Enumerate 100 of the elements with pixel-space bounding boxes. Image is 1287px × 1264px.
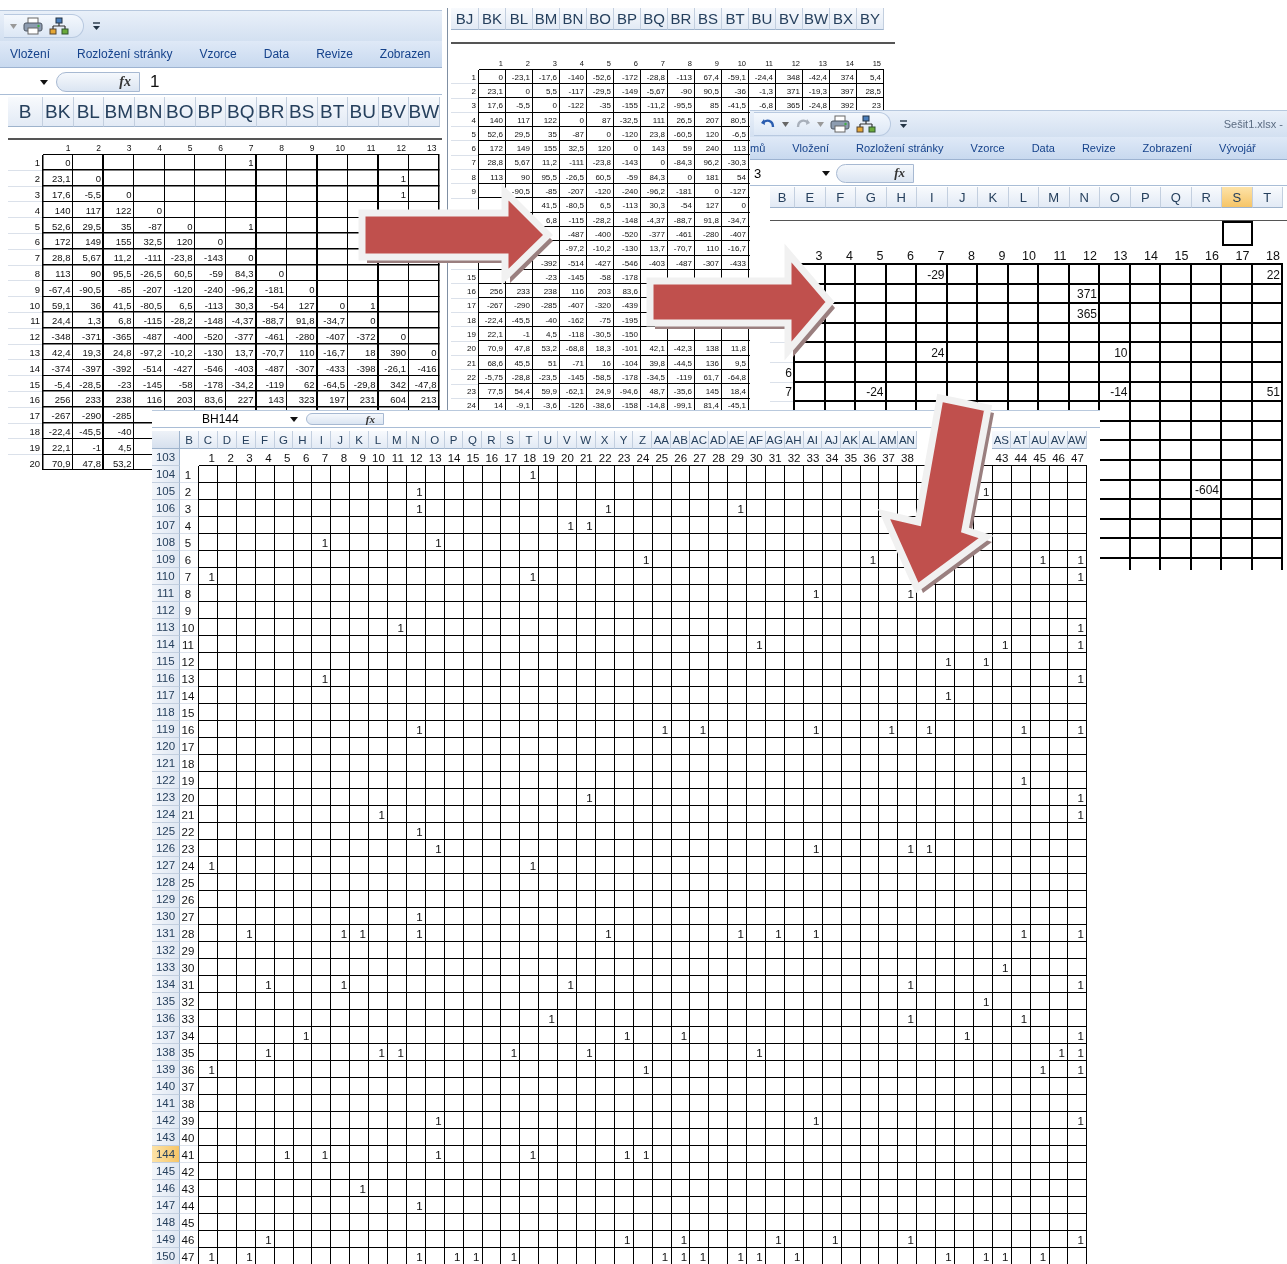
row-header[interactable]: 126 xyxy=(152,840,180,857)
column-header[interactable]: BO xyxy=(587,8,614,30)
row-header[interactable]: 120 xyxy=(152,738,180,755)
row-header[interactable]: 145 xyxy=(152,1163,180,1180)
column-header[interactable]: BL xyxy=(73,97,104,127)
ribbon-tab[interactable]: Vývojář xyxy=(1219,142,1256,154)
column-header[interactable]: AL xyxy=(860,431,880,449)
column-header[interactable]: B xyxy=(770,187,795,208)
row-header[interactable]: 138 xyxy=(152,1044,180,1061)
column-header[interactable]: U xyxy=(539,431,558,449)
column-header[interactable]: L xyxy=(369,431,388,449)
row-header[interactable]: 123 xyxy=(152,789,180,806)
row-header[interactable]: 131 xyxy=(152,925,180,942)
row-header[interactable]: 147 xyxy=(152,1197,180,1214)
row-header[interactable]: 141 xyxy=(152,1095,180,1112)
column-header[interactable]: BW xyxy=(803,8,830,30)
column-header[interactable]: H xyxy=(293,431,313,449)
column-header[interactable]: M xyxy=(1039,187,1070,208)
formula-field[interactable]: 1 xyxy=(150,72,160,92)
column-header[interactable]: AK xyxy=(841,431,861,449)
column-header[interactable]: C xyxy=(199,431,218,449)
column-header[interactable]: BL xyxy=(506,8,533,30)
column-header[interactable]: BR xyxy=(256,97,287,127)
row-header[interactable]: 150 xyxy=(152,1248,180,1264)
column-header[interactable]: AA xyxy=(652,431,672,449)
column-header[interactable]: BQ xyxy=(641,8,668,30)
row-header[interactable]: 136 xyxy=(152,1010,180,1027)
active-cell[interactable] xyxy=(1222,221,1253,246)
ribbon-tab[interactable]: Revize xyxy=(316,47,353,61)
column-header[interactable]: B xyxy=(180,431,199,449)
column-header[interactable]: AU xyxy=(1030,431,1050,449)
ribbon-tab[interactable]: Data xyxy=(263,47,290,61)
column-header[interactable]: BJ xyxy=(451,8,479,30)
row-header[interactable]: 119 xyxy=(152,721,180,738)
column-header[interactable]: BY xyxy=(857,8,884,30)
ribbon-tab[interactable]: Rozložení stránky xyxy=(77,47,173,61)
column-header[interactable]: R xyxy=(1191,187,1222,208)
network-icon[interactable] xyxy=(856,115,876,133)
row-header[interactable]: 116 xyxy=(152,670,180,687)
column-header[interactable]: BT xyxy=(317,97,348,127)
column-header[interactable]: BN xyxy=(560,8,587,30)
insert-function-button[interactable]: fx xyxy=(836,164,914,183)
ribbon-tab[interactable]: Vzorce xyxy=(199,47,237,61)
row-header[interactable]: 105 xyxy=(152,483,180,500)
column-header[interactable]: BQ xyxy=(226,97,257,127)
column-header[interactable]: AM xyxy=(879,431,898,449)
network-icon[interactable] xyxy=(49,17,69,35)
ribbon-tab[interactable]: Data xyxy=(1031,142,1055,154)
ribbon-tab[interactable]: Vzorce xyxy=(970,142,1005,154)
row-header[interactable]: 115 xyxy=(152,653,180,670)
row-header[interactable]: 134 xyxy=(152,976,180,993)
column-header[interactable]: E xyxy=(795,187,826,208)
row-header[interactable]: 139 xyxy=(152,1061,180,1078)
column-header[interactable]: R xyxy=(482,431,502,449)
column-header[interactable]: BK xyxy=(43,97,74,127)
insert-function-button[interactable]: fx xyxy=(56,72,140,92)
column-header[interactable]: T xyxy=(1252,187,1283,208)
caret-icon[interactable] xyxy=(40,79,48,85)
column-header[interactable]: BV xyxy=(776,8,803,30)
column-header[interactable]: N xyxy=(1069,187,1100,208)
row-header[interactable]: 129 xyxy=(152,891,180,908)
row-header[interactable]: 133 xyxy=(152,959,180,976)
column-header[interactable]: K xyxy=(350,431,369,449)
row-header[interactable]: 130 xyxy=(152,908,180,925)
column-header[interactable]: S xyxy=(501,431,521,449)
ribbon-tab[interactable]: Vložení xyxy=(10,47,51,61)
ribbon-tab[interactable]: Rozložení stránky xyxy=(856,142,944,154)
ribbon-tab[interactable]: Vložení xyxy=(792,142,829,154)
row-header[interactable]: 125 xyxy=(152,823,180,840)
row-header[interactable]: 142 xyxy=(152,1112,180,1129)
column-header[interactable]: BO xyxy=(165,97,196,127)
column-header[interactable]: L xyxy=(1008,187,1039,208)
column-header[interactable]: S xyxy=(1222,187,1253,208)
column-header[interactable]: BV xyxy=(378,97,409,127)
column-header[interactable]: AJ xyxy=(822,431,842,449)
insert-function-button[interactable]: fx xyxy=(306,412,384,426)
customize-toolbar-icon[interactable] xyxy=(92,21,101,31)
row-header[interactable]: 112 xyxy=(152,602,180,619)
column-header[interactable]: BK xyxy=(479,8,506,30)
row-header[interactable]: 113 xyxy=(152,619,180,636)
column-header[interactable]: B xyxy=(8,97,43,127)
column-header[interactable]: Z xyxy=(633,431,653,449)
row-header[interactable]: 103 xyxy=(152,449,180,466)
row-header[interactable]: 107 xyxy=(152,517,180,534)
row-header[interactable]: 140 xyxy=(152,1078,180,1095)
column-header[interactable]: BP xyxy=(614,8,641,30)
row-header[interactable]: 146 xyxy=(152,1180,180,1197)
column-header[interactable]: BU xyxy=(348,97,379,127)
column-header[interactable]: I xyxy=(312,431,332,449)
column-header[interactable]: BT xyxy=(722,8,749,30)
row-header[interactable]: 111 xyxy=(152,585,180,602)
row-header[interactable]: 104 xyxy=(152,466,180,483)
column-header[interactable]: H xyxy=(886,187,917,208)
column-header[interactable]: BR xyxy=(668,8,695,30)
row-header[interactable]: 118 xyxy=(152,704,180,721)
row-header[interactable]: 128 xyxy=(152,874,180,891)
row-header[interactable]: 132 xyxy=(152,942,180,959)
column-header[interactable]: O xyxy=(1100,187,1131,208)
column-header[interactable]: J xyxy=(947,187,978,208)
column-header[interactable]: BW xyxy=(409,97,440,127)
